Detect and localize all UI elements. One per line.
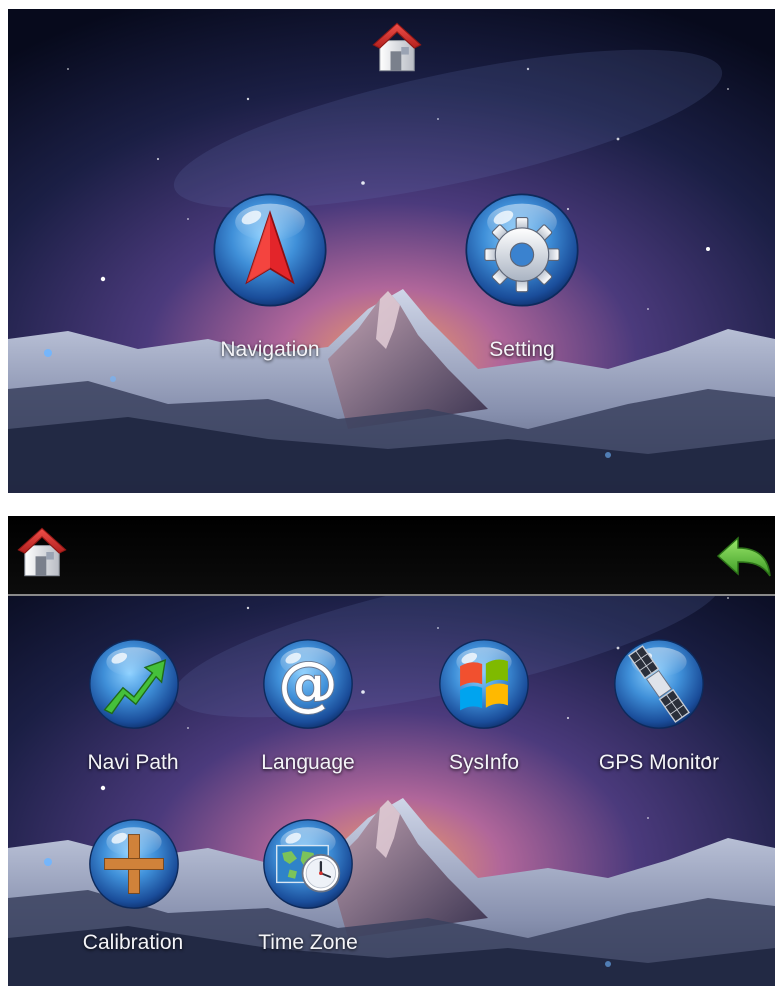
back-button[interactable] xyxy=(716,536,772,580)
gps-monitor-label: GPS Monitor xyxy=(598,751,720,774)
crosshair-plus-icon xyxy=(89,819,179,909)
home-button[interactable] xyxy=(369,19,425,75)
back-arrow-icon xyxy=(716,536,771,577)
mountain-night-background xyxy=(8,9,775,493)
main-menu-screen: Navigation Setting xyxy=(8,9,775,493)
world-clock-icon xyxy=(263,819,353,909)
settings-menu-screen: Navi Path @ Language SysInfo GPS Monitor… xyxy=(8,516,775,986)
time-zone-label: Time Zone xyxy=(258,931,358,954)
home-icon xyxy=(17,527,67,577)
calibration-label: Calibration xyxy=(82,931,184,954)
navigation-label: Navigation xyxy=(220,338,320,361)
gear-icon xyxy=(465,193,579,307)
sysinfo-label: SysInfo xyxy=(448,751,520,774)
time-zone-button[interactable] xyxy=(262,818,354,910)
navigation-arrow-icon xyxy=(213,193,327,307)
trend-arrow-icon xyxy=(89,639,179,729)
gps-monitor-button[interactable] xyxy=(613,638,705,730)
at-sign-icon: @ xyxy=(263,639,353,729)
satellite-icon xyxy=(614,639,704,729)
setting-button[interactable] xyxy=(464,192,580,308)
windows-logo-icon xyxy=(439,639,529,729)
navi-path-label: Navi Path xyxy=(87,751,179,774)
navi-path-button[interactable] xyxy=(88,638,180,730)
home-button[interactable] xyxy=(14,524,70,580)
setting-label: Setting xyxy=(489,338,555,361)
language-label: Language xyxy=(261,751,355,774)
title-bar xyxy=(8,516,775,596)
home-icon xyxy=(372,22,422,72)
language-button[interactable]: @ xyxy=(262,638,354,730)
navigation-button[interactable] xyxy=(212,192,328,308)
sysinfo-button[interactable] xyxy=(438,638,530,730)
calibration-button[interactable] xyxy=(88,818,180,910)
language-glyph: @ xyxy=(278,649,339,719)
